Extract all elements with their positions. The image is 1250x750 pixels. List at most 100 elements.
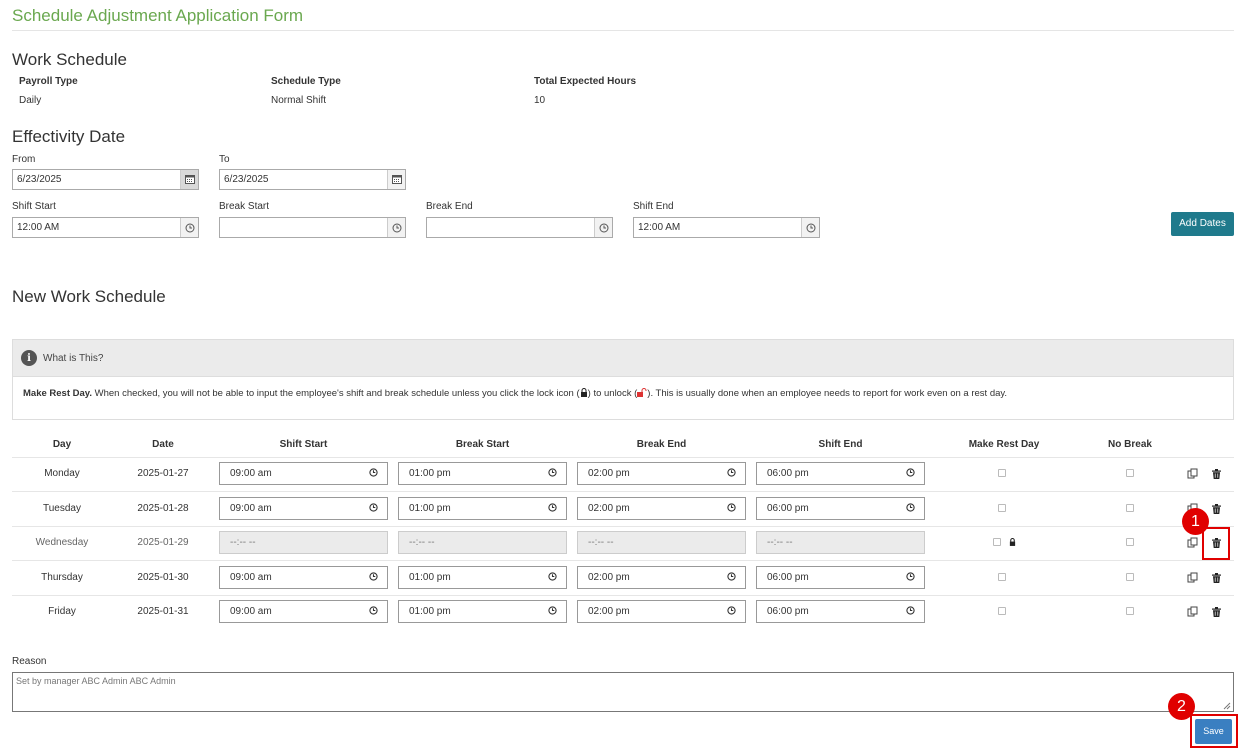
time-value: 02:00 pm bbox=[588, 468, 630, 479]
shift-end-time-input[interactable]: --:-- -- bbox=[756, 531, 925, 554]
clock-icon[interactable] bbox=[906, 468, 915, 477]
break-end-time-input[interactable]: 02:00 pm bbox=[577, 497, 746, 520]
shift-start-input[interactable]: 12:00 AM bbox=[12, 217, 199, 238]
info-panel: i What is This? Make Rest Day. When chec… bbox=[12, 339, 1234, 420]
rest-day-checkbox[interactable] bbox=[998, 573, 1006, 581]
copy-icon[interactable] bbox=[1187, 572, 1198, 583]
shift-end-input[interactable]: 12:00 AM bbox=[633, 217, 820, 238]
clock-icon[interactable] bbox=[727, 468, 736, 477]
time-value: 06:00 pm bbox=[767, 572, 809, 583]
delete-icon[interactable] bbox=[1212, 504, 1221, 514]
schedule-type-label: Schedule Type bbox=[271, 76, 341, 87]
delete-icon[interactable] bbox=[1212, 573, 1221, 583]
shift-start-time-input[interactable]: 09:00 am bbox=[219, 566, 388, 589]
clock-icon[interactable] bbox=[369, 606, 378, 615]
delete-icon[interactable] bbox=[1212, 469, 1221, 479]
col-header-shift-end: Shift End bbox=[818, 439, 863, 450]
copy-icon[interactable] bbox=[1187, 468, 1198, 479]
delete-icon[interactable] bbox=[1212, 607, 1221, 617]
break-end-time-input[interactable]: 02:00 pm bbox=[577, 566, 746, 589]
row-divider bbox=[12, 560, 1234, 561]
clock-icon[interactable] bbox=[369, 503, 378, 512]
schedule-type-value: Normal Shift bbox=[271, 95, 327, 106]
day-cell: Friday bbox=[48, 606, 76, 617]
break-end-time-input[interactable]: --:-- -- bbox=[577, 531, 746, 554]
break-start-time-input[interactable]: 01:00 pm bbox=[398, 600, 567, 623]
step-badge-1: 1 bbox=[1182, 508, 1209, 535]
copy-icon[interactable] bbox=[1187, 606, 1198, 617]
highlight-delete-box bbox=[1202, 527, 1230, 560]
clock-icon[interactable] bbox=[906, 606, 915, 615]
lock-icon[interactable] bbox=[1009, 538, 1016, 546]
shift-start-time-input[interactable]: 09:00 am bbox=[219, 600, 388, 623]
time-value: --:-- -- bbox=[588, 537, 614, 548]
row-divider bbox=[12, 595, 1234, 596]
clock-icon[interactable] bbox=[369, 572, 378, 581]
rest-day-checkbox[interactable] bbox=[993, 538, 1001, 546]
clock-icon[interactable] bbox=[369, 468, 378, 477]
shift-end-time-input[interactable]: 06:00 pm bbox=[756, 600, 925, 623]
copy-icon[interactable] bbox=[1187, 537, 1198, 548]
effectivity-heading: Effectivity Date bbox=[12, 127, 126, 146]
shift-start-time-input[interactable]: 09:00 am bbox=[219, 462, 388, 485]
break-start-time-input[interactable]: --:-- -- bbox=[398, 531, 567, 554]
clock-icon[interactable] bbox=[727, 572, 736, 581]
shift-start-time-input[interactable]: 09:00 am bbox=[219, 497, 388, 520]
clock-icon[interactable] bbox=[548, 572, 557, 581]
col-header-rest-day: Make Rest Day bbox=[968, 439, 1040, 450]
rest-day-checkbox[interactable] bbox=[998, 504, 1006, 512]
to-label: To bbox=[219, 154, 230, 165]
clock-icon[interactable] bbox=[727, 503, 736, 512]
no-break-checkbox[interactable] bbox=[1126, 607, 1134, 615]
clock-icon[interactable] bbox=[387, 218, 405, 237]
break-start-time-input[interactable]: 01:00 pm bbox=[398, 497, 567, 520]
clock-icon[interactable] bbox=[727, 606, 736, 615]
day-cell: Wednesday bbox=[35, 537, 89, 548]
time-value: 02:00 pm bbox=[588, 503, 630, 514]
break-start-input[interactable] bbox=[219, 217, 406, 238]
clock-icon[interactable] bbox=[801, 218, 819, 237]
shift-start-time-input[interactable]: --:-- -- bbox=[219, 531, 388, 554]
highlight-save-box bbox=[1190, 714, 1238, 748]
clock-icon[interactable] bbox=[548, 606, 557, 615]
no-break-checkbox[interactable] bbox=[1126, 469, 1134, 477]
calendar-icon[interactable] bbox=[387, 170, 405, 189]
step-badge-2: 2 bbox=[1168, 693, 1195, 720]
calendar-icon[interactable] bbox=[180, 170, 198, 189]
info-text-2: ) to unlock ( bbox=[587, 388, 638, 399]
rest-day-checkbox[interactable] bbox=[998, 607, 1006, 615]
clock-icon[interactable] bbox=[180, 218, 198, 237]
shift-end-label: Shift End bbox=[633, 201, 674, 212]
clock-icon[interactable] bbox=[906, 572, 915, 581]
break-start-time-input[interactable]: 01:00 pm bbox=[398, 566, 567, 589]
to-date-input[interactable]: 6/23/2025 bbox=[219, 169, 406, 190]
add-dates-button[interactable]: Add Dates bbox=[1171, 212, 1234, 236]
total-hours-value: 10 bbox=[534, 95, 546, 106]
break-start-time-input[interactable]: 01:00 pm bbox=[398, 462, 567, 485]
info-icon: i bbox=[21, 350, 37, 366]
from-date-input[interactable]: 6/23/2025 bbox=[12, 169, 199, 190]
no-break-checkbox[interactable] bbox=[1126, 504, 1134, 512]
info-text-1: When checked, you will not be able to in… bbox=[92, 388, 580, 399]
time-value: 01:00 pm bbox=[409, 468, 451, 479]
clock-icon[interactable] bbox=[548, 503, 557, 512]
resize-handle-icon[interactable] bbox=[1222, 701, 1231, 710]
shift-end-time-input[interactable]: 06:00 pm bbox=[756, 462, 925, 485]
break-end-time-input[interactable]: 02:00 pm bbox=[577, 600, 746, 623]
time-value: 01:00 pm bbox=[409, 606, 451, 617]
clock-icon[interactable] bbox=[906, 503, 915, 512]
break-end-time-input[interactable]: 02:00 pm bbox=[577, 462, 746, 485]
clock-icon[interactable] bbox=[548, 468, 557, 477]
break-end-input[interactable] bbox=[426, 217, 613, 238]
no-break-checkbox[interactable] bbox=[1126, 573, 1134, 581]
new-schedule-heading: New Work Schedule bbox=[12, 287, 166, 306]
shift-end-time-input[interactable]: 06:00 pm bbox=[756, 566, 925, 589]
payroll-type-label: Payroll Type bbox=[19, 76, 78, 87]
col-header-date: Date bbox=[152, 439, 174, 450]
reason-textarea[interactable]: Set by manager ABC Admin ABC Admin bbox=[12, 672, 1234, 712]
clock-icon[interactable] bbox=[594, 218, 612, 237]
shift-end-time-input[interactable]: 06:00 pm bbox=[756, 497, 925, 520]
no-break-checkbox[interactable] bbox=[1126, 538, 1134, 546]
info-panel-header[interactable]: i What is This? bbox=[13, 340, 1233, 377]
rest-day-checkbox[interactable] bbox=[998, 469, 1006, 477]
